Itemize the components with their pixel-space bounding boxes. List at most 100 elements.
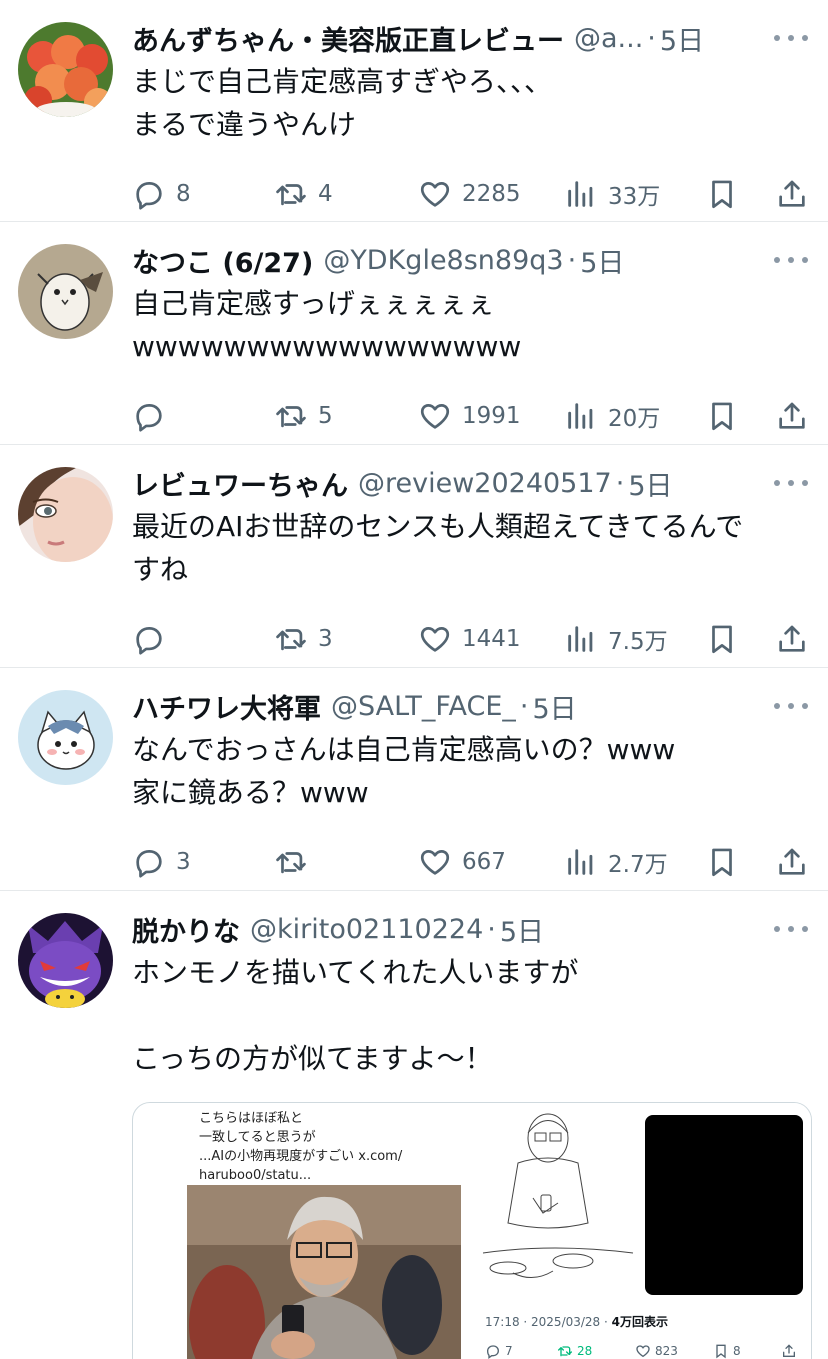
post-text: なんでおっさんは自己肯定感高いの？www 家に鏡ある？www: [132, 733, 676, 809]
mini-bookmark-count: 8: [733, 1344, 741, 1358]
heart-icon: [420, 627, 450, 652]
bookmark-icon: [712, 625, 732, 654]
like-count: 1441: [462, 626, 521, 652]
quoted-timestamp: 17:18 · 2025/03/28 ·: [485, 1315, 612, 1329]
dot-separator: ·: [567, 244, 577, 276]
post[interactable]: なつこ (6/27) @YDKgle8sn89q3 · 5日 自己肯定感すっげぇ…: [0, 222, 828, 445]
like-count: 1991: [462, 403, 521, 429]
username[interactable]: @YDKgle8sn89q3: [323, 245, 563, 276]
display-name[interactable]: ハチワレ大将軍: [132, 687, 321, 726]
more-options-icon[interactable]: [774, 471, 808, 495]
post-header: レビュワーちゃん @review20240517 · 5日: [132, 463, 808, 503]
mini-like: 823: [635, 1343, 678, 1359]
timestamp[interactable]: 5日: [500, 910, 544, 949]
mini-reply: 7: [485, 1343, 513, 1359]
view-count: 7.5万: [608, 629, 668, 655]
cat-character-avatar[interactable]: [18, 690, 113, 785]
post[interactable]: レビュワーちゃん @review20240517 · 5日 最近のAIお世辞のセ…: [0, 445, 828, 668]
analytics-icon: [568, 403, 593, 429]
more-options-icon[interactable]: [774, 917, 808, 941]
purple-monster-avatar[interactable]: [18, 913, 113, 1008]
quoted-views: 4万回表示: [611, 1315, 668, 1329]
mini-repost-count: 28: [577, 1344, 593, 1358]
timeline-feed: あんずちゃん・美容版正直レビュー @a... · 5日 まじで自己肯定感高すぎや…: [0, 0, 828, 1359]
reply-icon: [136, 182, 162, 210]
reply-icon: [486, 1345, 500, 1359]
post[interactable]: あんずちゃん・美容版正直レビュー @a... · 5日 まじで自己肯定感高すぎや…: [0, 0, 828, 222]
timestamp[interactable]: 5日: [628, 464, 672, 503]
display-name[interactable]: 脱かりな: [132, 910, 240, 949]
post-text: ホンモノを描いてくれた人いますが こっちの方が似てますよ〜！: [132, 956, 579, 1075]
share-icon: [779, 625, 805, 652]
reply-count: 8: [176, 181, 191, 207]
timestamp[interactable]: 5日: [532, 687, 576, 726]
display-name[interactable]: レビュワーちゃん: [132, 464, 348, 503]
mini-bookmark: 8: [713, 1343, 741, 1359]
mini-repost: 28: [557, 1343, 592, 1359]
repost-count: 3: [318, 626, 333, 652]
reply-count: 3: [176, 849, 191, 875]
reply-icon: [136, 404, 162, 432]
view-count: 33万: [608, 184, 661, 210]
peaches-avatar[interactable]: [18, 22, 113, 117]
view-count: 20万: [608, 406, 661, 432]
share-icon: [779, 402, 805, 429]
mini-share: [781, 1343, 801, 1359]
analytics-icon: [568, 181, 593, 207]
heart-icon: [420, 850, 450, 875]
post[interactable]: 脱かりな @kirito02110224 · 5日 ホンモノを描いてくれた人いま…: [0, 891, 828, 1359]
ai-portrait-photo: [187, 1185, 461, 1359]
post[interactable]: ハチワレ大将軍 @SALT_FACE_ · 5日 なんでおっさんは自己肯定感高い…: [0, 668, 828, 891]
post-header: 脱かりな @kirito02110224 · 5日: [132, 909, 808, 949]
quoted-actions: 7 28 823 8: [485, 1343, 805, 1359]
heart-icon: [420, 404, 450, 429]
screenshot-left-panel: こちらはほぼ私と 一致してると思うが ...AIの小物再現度がすごい x.com…: [187, 1103, 461, 1359]
repost-count: 5: [318, 403, 333, 429]
analytics-icon: [568, 849, 593, 875]
repost-icon: [276, 852, 306, 874]
repost-count: 4: [318, 181, 333, 207]
quoted-post-text: こちらはほぼ私と 一致してると思うが ...AIの小物再現度がすごい x.com…: [199, 1111, 403, 1183]
reply-icon: [136, 627, 162, 655]
share-icon: [779, 180, 805, 207]
like-count: 667: [462, 849, 506, 875]
timestamp[interactable]: 5日: [660, 19, 704, 58]
dot-separator: ·: [487, 913, 496, 945]
share-icon: [779, 848, 805, 875]
screenshot-right-panel: 17:18 · 2025/03/28 · 4万回表示 7 28 823 8: [473, 1103, 811, 1359]
bookmark-icon: [716, 1344, 726, 1359]
repost-icon: [558, 1346, 572, 1357]
owl-drawing-avatar[interactable]: [18, 244, 113, 339]
like-count: 2285: [462, 181, 521, 207]
heart-icon: [636, 1345, 650, 1358]
post-text: 最近のAIお世辞のセンスも人類超えてきてるんで すね: [132, 510, 744, 586]
bookmark-icon: [712, 848, 732, 877]
more-options-icon[interactable]: [774, 26, 808, 50]
username[interactable]: @review20240517: [358, 468, 612, 499]
bookmark-icon: [712, 402, 732, 431]
sketch-drawing: [482, 1113, 634, 1278]
redacted-image: [645, 1115, 803, 1295]
display-name[interactable]: なつこ (6/27): [132, 241, 313, 280]
username[interactable]: @SALT_FACE_: [331, 691, 516, 722]
woman-face-avatar[interactable]: [18, 467, 113, 562]
more-options-icon[interactable]: [774, 248, 808, 272]
username[interactable]: @a...: [574, 23, 643, 54]
post-text: 自己肯定感すっげぇぇぇぇぇ wwwwwwwwwwwwwwwww: [132, 287, 522, 363]
share-icon: [783, 1344, 795, 1357]
repost-icon: [276, 406, 306, 428]
mini-like-count: 823: [655, 1344, 678, 1358]
attached-image[interactable]: こちらはほぼ私と 一致してると思うが ...AIの小物再現度がすごい x.com…: [132, 1102, 812, 1359]
username[interactable]: @kirito02110224: [250, 914, 483, 945]
display-name[interactable]: あんずちゃん・美容版正直レビュー: [132, 19, 564, 58]
reply-icon: [136, 850, 162, 878]
dot-separator: ·: [647, 22, 656, 54]
timestamp[interactable]: 5日: [580, 241, 624, 280]
repost-icon: [276, 629, 306, 651]
quoted-meta: 17:18 · 2025/03/28 · 4万回表示: [485, 1313, 668, 1330]
post-header: あんずちゃん・美容版正直レビュー @a... · 5日: [132, 18, 808, 58]
post-header: なつこ (6/27) @YDKgle8sn89q3 · 5日: [132, 240, 808, 280]
more-options-icon[interactable]: [774, 694, 808, 718]
post-text: まじで自己肯定感高すぎやろ、、、 まるで違うやんけ: [132, 65, 553, 141]
dot-separator: ·: [519, 690, 529, 722]
